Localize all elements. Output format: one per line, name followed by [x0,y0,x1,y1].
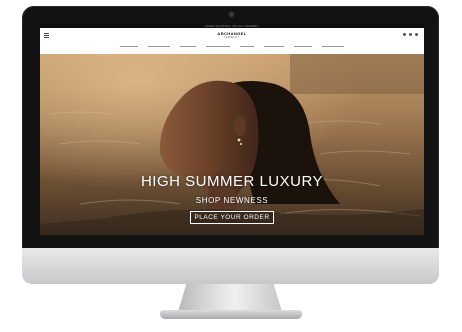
hero-headline: HIGH SUMMER LUXURY [140,173,324,190]
search-icon[interactable] [403,33,406,36]
nav-item[interactable] [294,45,312,47]
main-navigation [120,44,344,48]
nav-item[interactable] [206,45,230,47]
nav-item[interactable] [148,45,170,47]
header-icons [403,33,418,36]
site-header: ARCHANGEL JEWELRY [40,28,424,50]
brand-logo[interactable]: ARCHANGEL JEWELRY [210,31,254,41]
nav-item[interactable] [322,45,344,47]
cart-icon[interactable] [415,33,418,36]
place-order-button[interactable]: PLACE YOUR ORDER [190,211,274,224]
nav-item[interactable] [180,45,196,47]
nav-item[interactable] [240,45,254,47]
monitor-stand [178,284,282,312]
monitor-stand-base [160,310,302,319]
account-icon[interactable] [409,33,412,36]
nav-item[interactable] [264,45,284,47]
camera-dot [229,12,234,17]
hero-banner[interactable]: HIGH SUMMER LUXURY SHOP NEWNESS PLACE YO… [40,54,424,235]
hero-image [40,54,424,235]
logo-subtext: JEWELRY [224,36,240,39]
hero-subline[interactable]: SHOP NEWNESS [40,196,424,205]
monitor-chin [22,248,439,284]
website-screen: FREE SHIPPING ON ALL ORDERS ARCHANGEL JE… [40,24,424,235]
menu-icon[interactable] [44,33,49,38]
nav-item[interactable] [120,45,138,47]
